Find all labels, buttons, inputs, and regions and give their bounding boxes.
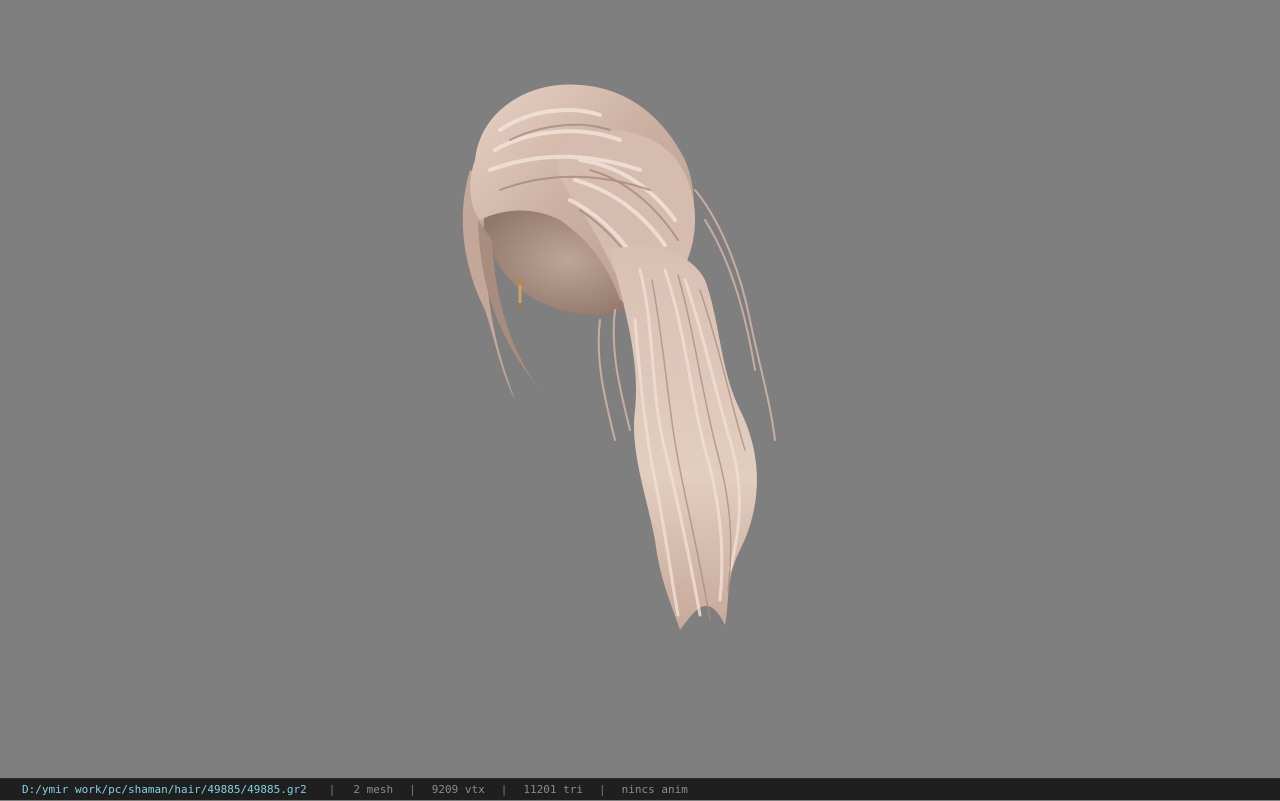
vertex-count-label: 9209 vtx bbox=[431, 783, 485, 796]
status-bar: D:/ymir work/pc/shaman/hair/49885/49885.… bbox=[0, 778, 1280, 800]
earring-accessory bbox=[517, 279, 523, 310]
status-separator: | bbox=[409, 783, 416, 796]
3d-viewport[interactable] bbox=[0, 0, 1280, 778]
mesh-count-label: 2 mesh bbox=[353, 783, 394, 796]
animation-status-label: nincs anim bbox=[621, 783, 688, 796]
status-separator: | bbox=[500, 783, 508, 796]
hair-model[interactable] bbox=[440, 70, 800, 640]
hair-tail bbox=[610, 246, 757, 630]
file-path-label: D:/ymir work/pc/shaman/hair/49885/49885.… bbox=[22, 783, 307, 796]
triangle-count-label: 11201 tri bbox=[523, 783, 583, 796]
status-separator: | bbox=[599, 783, 606, 796]
status-separator: | bbox=[328, 783, 336, 796]
